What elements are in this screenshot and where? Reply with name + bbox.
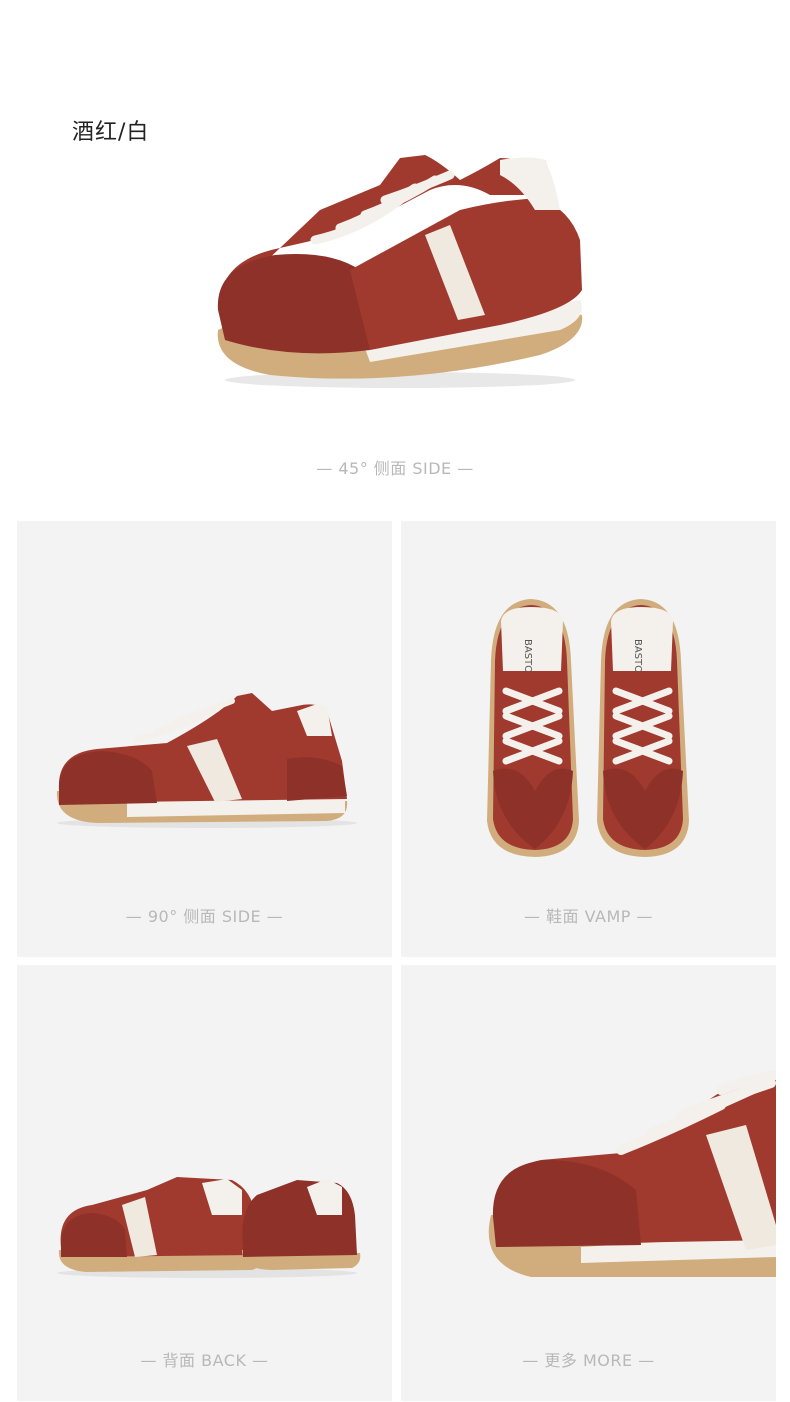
view-panel-back: — 背面 BACK — — [17, 965, 392, 1401]
caption-vamp: — 鞋面 VAMP — — [523, 907, 654, 926]
view-panel-more: — 更多 MORE — — [401, 965, 776, 1401]
shoe-90-image — [56, 693, 357, 828]
shoe-45-image — [217, 155, 583, 388]
shoe-back-image — [57, 1177, 361, 1278]
color-variant-label: 酒红/白 — [72, 120, 150, 145]
shoe-closeup-image — [488, 1070, 776, 1277]
caption-back: — 背面 BACK — — [140, 1351, 269, 1370]
tongue-brand-text-left: BASTO — [522, 639, 533, 673]
shoe-vamp-image: BASTO BASTO — [487, 599, 689, 857]
caption-90-side: — 90° 侧面 SIDE — — [125, 907, 284, 926]
view-panel-vamp: BASTO BASTO — 鞋面 VAMP — — [401, 521, 776, 957]
caption-more: — 更多 MORE — — [522, 1351, 655, 1370]
view-panel-90-side: — 90° 侧面 SIDE — — [17, 521, 392, 957]
tongue-brand-text-right: BASTO — [632, 639, 643, 673]
caption-45-side: — 45° 侧面 SIDE — — [316, 459, 474, 478]
